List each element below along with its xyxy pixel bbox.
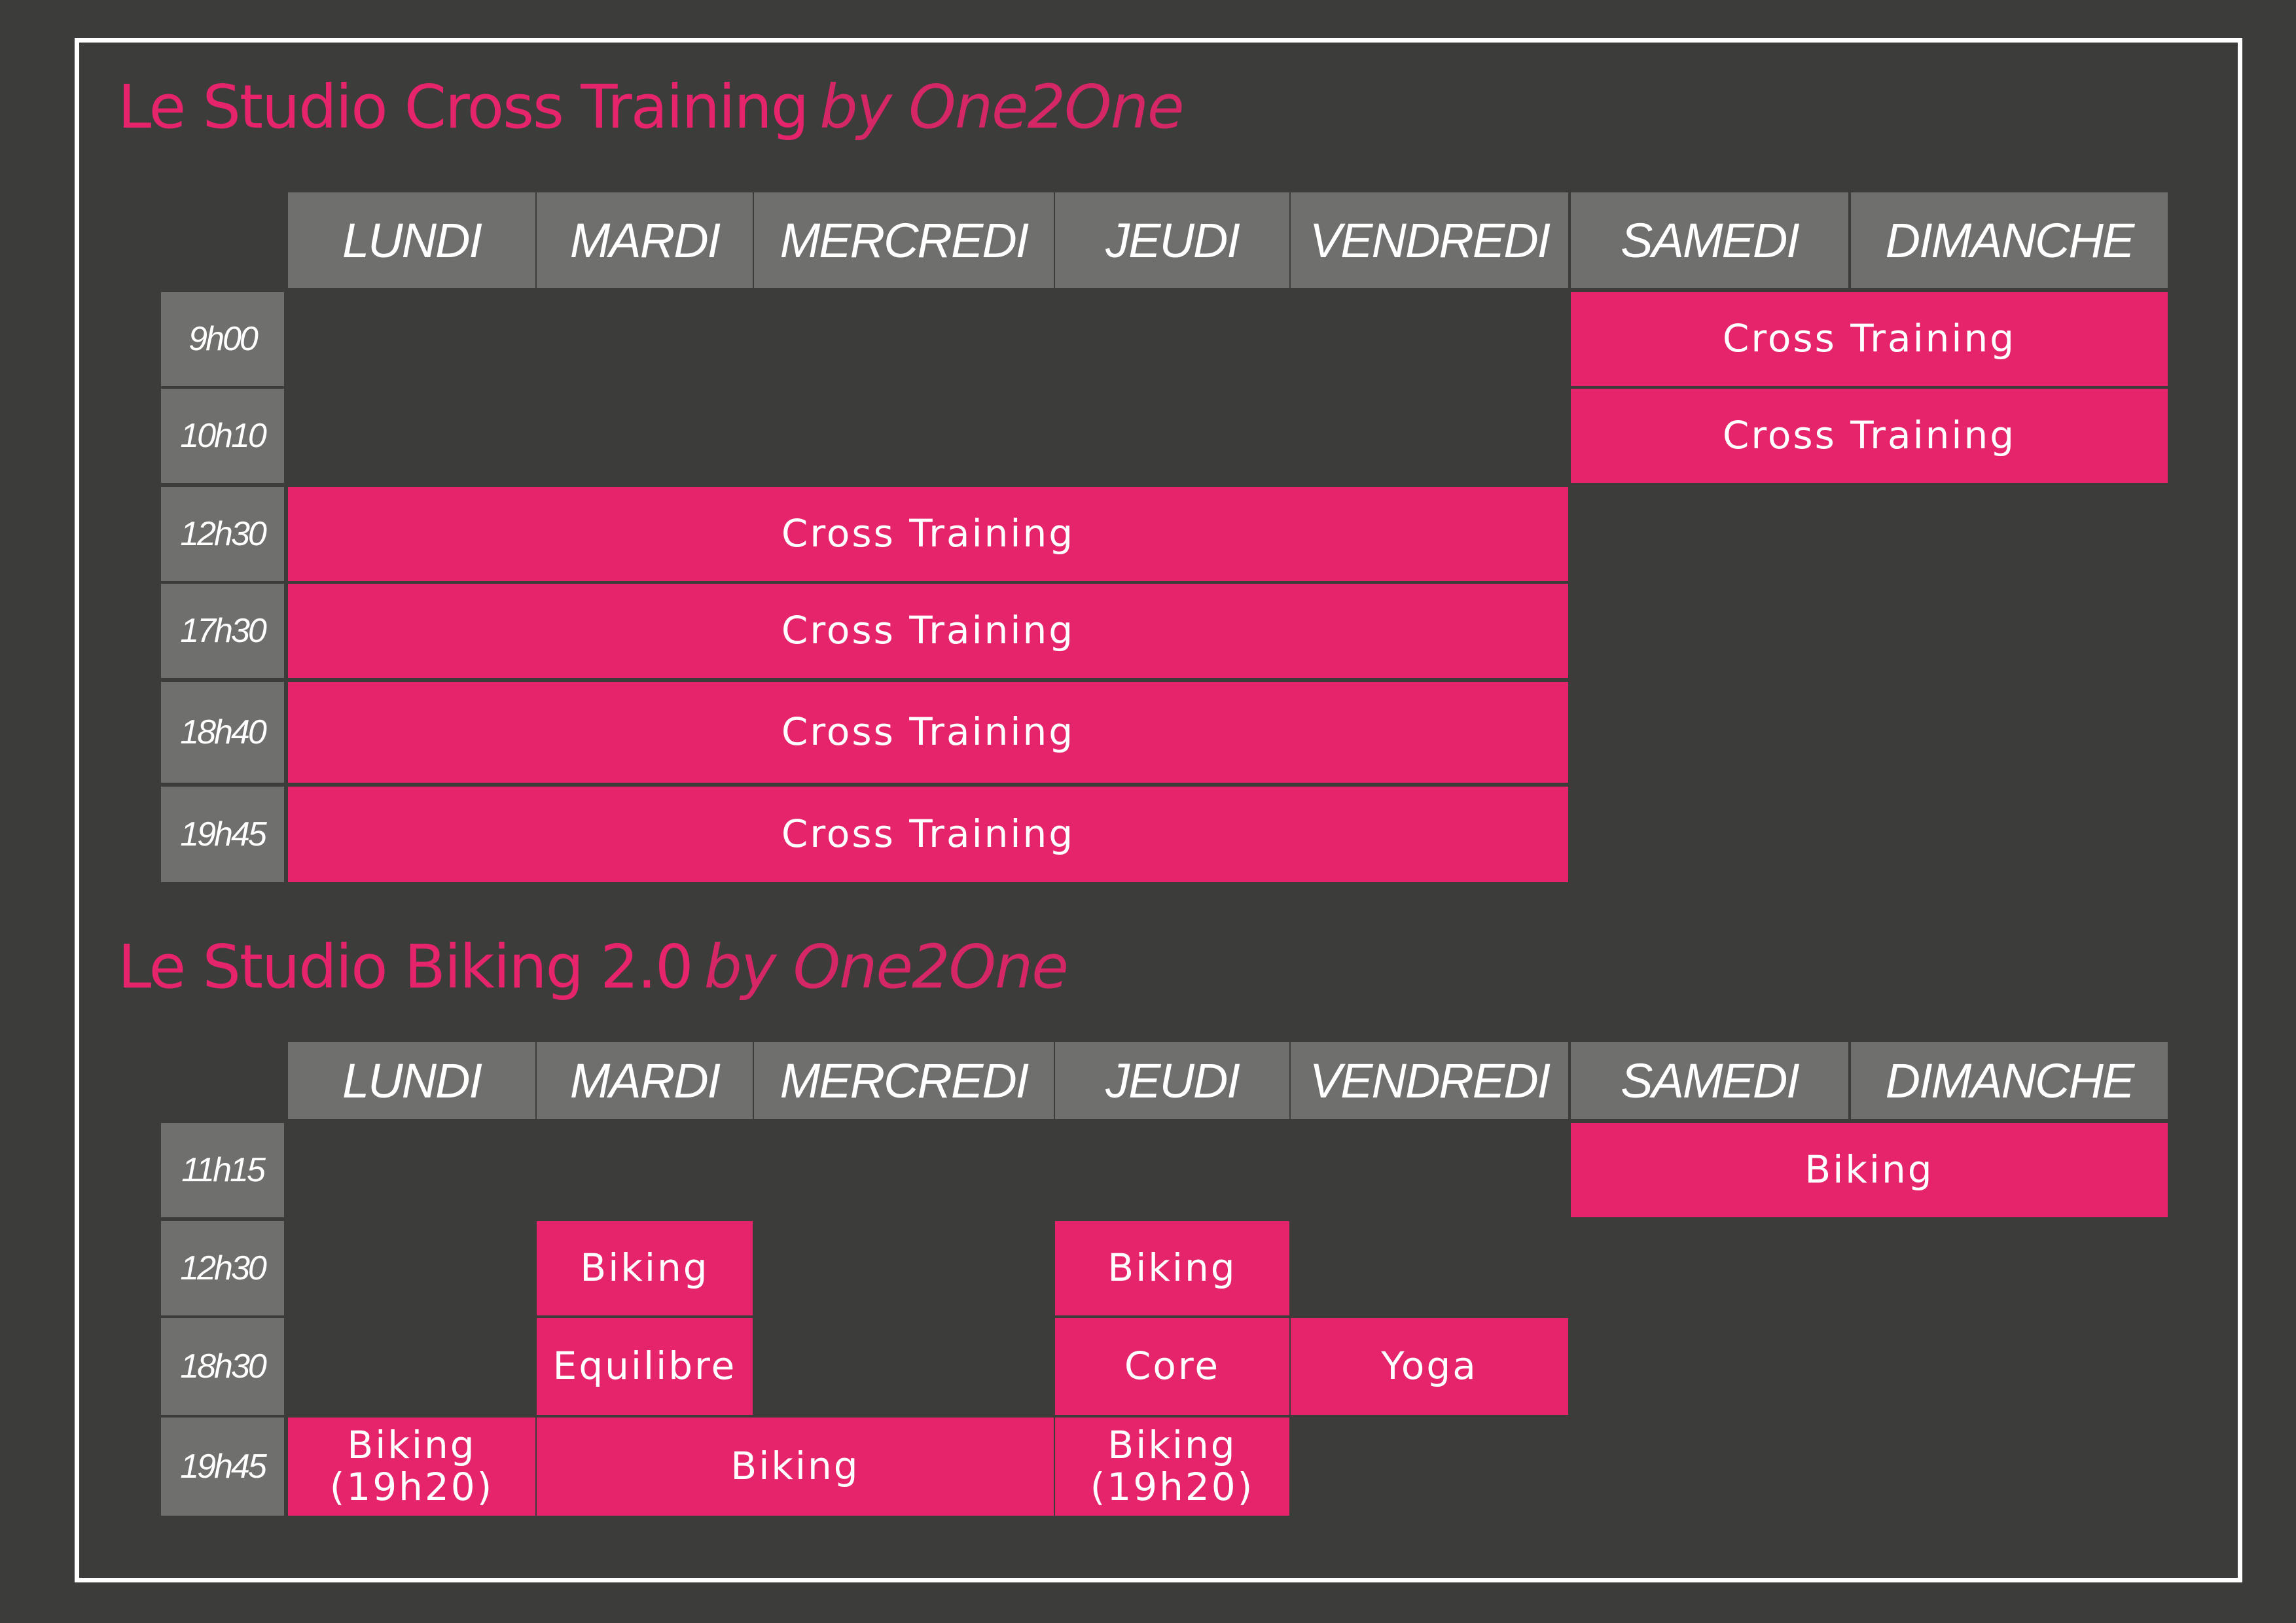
day-header-lundi: LUNDI (288, 1042, 535, 1119)
biking-subtitle: by One2One (704, 932, 1069, 1002)
biking-title-text: Le Studio Biking 2.0 (118, 932, 694, 1002)
class-block: Cross Training (288, 584, 1568, 678)
day-header-mardi: MARDI (537, 192, 753, 288)
day-header-mercredi: MERCREDI (754, 1042, 1054, 1119)
class-block: Cross Training (288, 682, 1568, 783)
class-block: Biking (19h20) (288, 1418, 535, 1516)
day-header-lundi: LUNDI (288, 192, 535, 288)
class-block: Equilibre (537, 1318, 753, 1415)
time-slot: 18h30 (161, 1318, 284, 1415)
class-block: Cross Training (288, 787, 1568, 882)
time-slot: 9h00 (161, 292, 284, 386)
biking-title: Le Studio Biking 2.0 by One2One (118, 932, 1069, 1002)
class-block: Cross Training (1571, 292, 2168, 386)
class-block: Yoga (1291, 1318, 1568, 1415)
time-slot: 12h30 (161, 1221, 284, 1315)
time-slot: 19h45 (161, 787, 284, 882)
day-header-dimanche: DIMANCHE (1851, 1042, 2168, 1119)
class-block: Biking (537, 1418, 1054, 1516)
time-slot: 19h45 (161, 1418, 284, 1516)
class-block: Core (1055, 1318, 1289, 1415)
class-block: Biking (1055, 1221, 1289, 1315)
class-block: Cross Training (1571, 389, 2168, 483)
time-slot: 10h10 (161, 389, 284, 483)
cross-training-title: Le Studio Cross Training by One2One (118, 72, 1184, 142)
day-header-vendredi: VENDREDI (1291, 1042, 1568, 1119)
class-block: Biking (537, 1221, 753, 1315)
day-header-samedi: SAMEDI (1571, 1042, 1848, 1119)
day-header-mercredi: MERCREDI (754, 192, 1054, 288)
day-header-vendredi: VENDREDI (1291, 192, 1568, 288)
day-header-jeudi: JEUDI (1055, 1042, 1289, 1119)
time-slot: 11h15 (161, 1123, 284, 1217)
day-header-dimanche: DIMANCHE (1851, 192, 2168, 288)
cross-training-title-text: Le Studio Cross Training (118, 72, 809, 142)
class-block: Biking (19h20) (1055, 1418, 1289, 1516)
day-header-jeudi: JEUDI (1055, 192, 1289, 288)
time-slot: 18h40 (161, 682, 284, 783)
time-slot: 17h30 (161, 584, 284, 678)
time-slot: 12h30 (161, 487, 284, 581)
class-block: Biking (1571, 1123, 2168, 1217)
day-header-mardi: MARDI (537, 1042, 753, 1119)
class-block: Cross Training (288, 487, 1568, 581)
day-header-samedi: SAMEDI (1571, 192, 1848, 288)
cross-training-subtitle: by One2One (819, 72, 1184, 142)
